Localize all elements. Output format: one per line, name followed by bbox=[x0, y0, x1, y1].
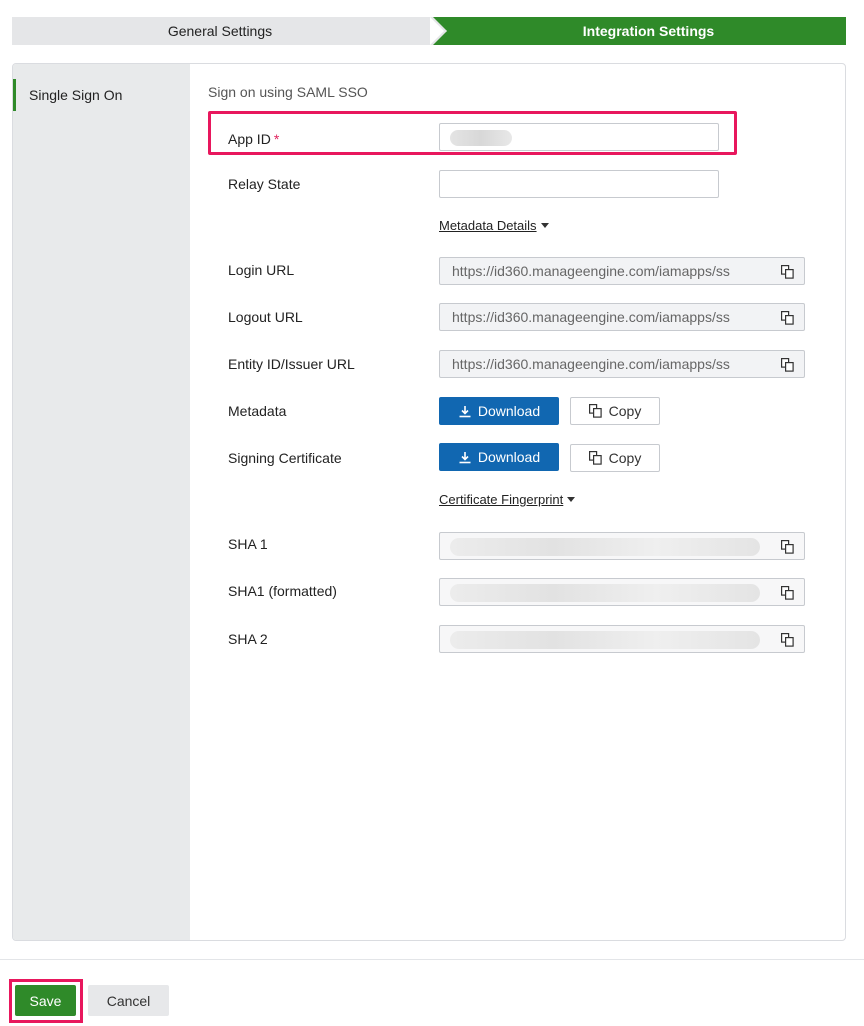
login-url-value: https://id360.manageengine.com/iamapps/s… bbox=[452, 263, 730, 279]
relay-state-label: Relay State bbox=[228, 176, 301, 192]
login-url-field: https://id360.manageengine.com/iamapps/s… bbox=[439, 257, 805, 285]
metadata-download-button[interactable]: Download bbox=[439, 397, 559, 425]
metadata-details-label: Metadata Details bbox=[439, 218, 537, 233]
certificate-download-label: Download bbox=[477, 449, 541, 465]
download-icon bbox=[459, 451, 471, 463]
certificate-fingerprint-label: Certificate Fingerprint bbox=[439, 492, 564, 507]
logout-url-field: https://id360.manageengine.com/iamapps/s… bbox=[439, 303, 805, 331]
sha1-formatted-label: SHA1 (formatted) bbox=[228, 583, 337, 599]
copy-icon bbox=[588, 404, 602, 418]
copy-icon[interactable] bbox=[781, 358, 794, 372]
step-integration-settings[interactable]: Integration Settings bbox=[433, 17, 846, 45]
step-integration-label: Integration Settings bbox=[582, 23, 715, 39]
sha1-formatted-redacted-value bbox=[450, 584, 760, 602]
sha2-field bbox=[439, 625, 805, 653]
download-icon bbox=[459, 405, 471, 417]
caret-down-icon bbox=[567, 497, 576, 502]
certificate-download-button[interactable]: Download bbox=[439, 443, 559, 471]
sidebar-item-label: Single Sign On bbox=[29, 87, 123, 103]
sha2-redacted-value bbox=[450, 631, 760, 649]
cancel-button[interactable]: Cancel bbox=[88, 985, 169, 1016]
copy-icon[interactable] bbox=[781, 265, 794, 279]
logout-url-label: Logout URL bbox=[228, 309, 303, 325]
metadata-details-toggle[interactable]: Metadata Details bbox=[439, 218, 549, 233]
relay-state-input[interactable] bbox=[439, 170, 719, 198]
wizard-steps: General Settings Integration Settings bbox=[12, 17, 846, 45]
section-title: Sign on using SAML SSO bbox=[208, 84, 368, 100]
copy-icon[interactable] bbox=[781, 633, 794, 647]
metadata-copy-button[interactable]: Copy bbox=[570, 397, 660, 425]
login-url-label: Login URL bbox=[228, 262, 295, 278]
sha1-label: SHA 1 bbox=[228, 536, 268, 552]
footer-divider bbox=[0, 959, 864, 960]
step-general-settings[interactable]: General Settings bbox=[12, 17, 446, 45]
copy-icon[interactable] bbox=[781, 586, 794, 600]
sha1-redacted-value bbox=[450, 538, 760, 556]
entity-id-label: Entity ID/Issuer URL bbox=[228, 356, 355, 372]
caret-down-icon bbox=[540, 223, 549, 228]
metadata-label: Metadata bbox=[228, 403, 287, 419]
app-id-highlight bbox=[208, 111, 737, 155]
step-general-label: General Settings bbox=[167, 23, 273, 39]
signing-certificate-label: Signing Certificate bbox=[228, 450, 342, 466]
sha2-label: SHA 2 bbox=[228, 631, 268, 647]
certificate-copy-label: Copy bbox=[608, 450, 642, 466]
copy-icon bbox=[588, 451, 602, 465]
copy-icon[interactable] bbox=[781, 540, 794, 554]
sha1-field bbox=[439, 532, 805, 560]
save-button[interactable]: Save bbox=[15, 985, 76, 1016]
sha1-formatted-field bbox=[439, 578, 805, 606]
entity-id-value: https://id360.manageengine.com/iamapps/s… bbox=[452, 356, 730, 372]
sidebar-item-single-sign-on[interactable]: Single Sign On bbox=[13, 79, 190, 111]
sidebar: Single Sign On bbox=[13, 64, 190, 940]
certificate-fingerprint-toggle[interactable]: Certificate Fingerprint bbox=[439, 492, 576, 507]
entity-id-field: https://id360.manageengine.com/iamapps/s… bbox=[439, 350, 805, 378]
metadata-copy-label: Copy bbox=[608, 403, 642, 419]
metadata-download-label: Download bbox=[477, 403, 541, 419]
settings-panel: Single Sign On Sign on using SAML SSO Ap… bbox=[12, 63, 846, 941]
logout-url-value: https://id360.manageengine.com/iamapps/s… bbox=[452, 309, 730, 325]
copy-icon[interactable] bbox=[781, 311, 794, 325]
certificate-copy-button[interactable]: Copy bbox=[570, 444, 660, 472]
